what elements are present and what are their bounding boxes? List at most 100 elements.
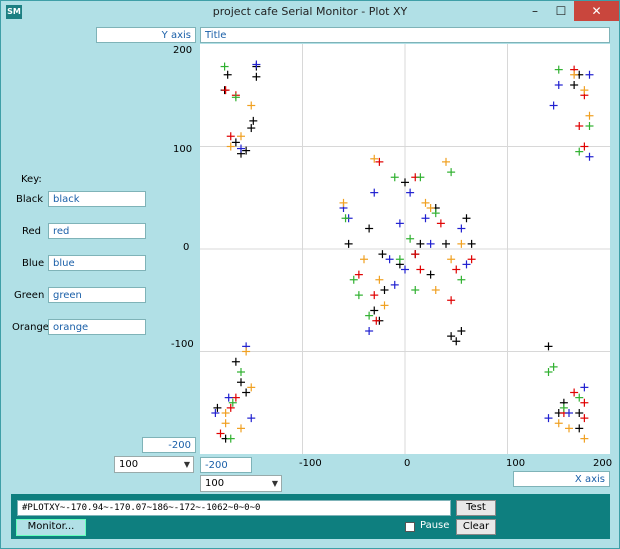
data-point-black <box>378 250 387 259</box>
x-scale-select[interactable]: 100 ▼ <box>200 475 282 492</box>
key-field-red[interactable]: red <box>48 223 146 239</box>
data-point-green <box>575 147 584 156</box>
data-point-orange <box>247 101 256 110</box>
data-point-orange <box>226 142 235 151</box>
plot-area[interactable] <box>200 44 610 454</box>
x-axis-label-field[interactable]: X axis <box>513 471 610 487</box>
x-tick-label: 200 <box>593 458 613 469</box>
data-point-green <box>365 311 374 320</box>
key-field-orange[interactable]: orange <box>48 319 146 335</box>
data-point-black <box>344 239 353 248</box>
data-point-black <box>447 332 456 341</box>
clear-button[interactable]: Clear <box>456 519 496 535</box>
data-point-black <box>231 357 240 366</box>
data-point-orange <box>570 70 579 79</box>
data-point-black <box>365 224 374 233</box>
key-field-green[interactable]: green <box>48 287 146 303</box>
x-tick-label: 0 <box>404 458 411 469</box>
data-point-green <box>549 362 558 371</box>
data-point-black <box>457 327 466 335</box>
x-tick-label: 100 <box>506 458 526 469</box>
command-input[interactable]: #PLOTXY~-170.94~-170.07~186~-172~-1062~0… <box>17 500 451 516</box>
data-point-blue <box>211 409 220 417</box>
data-point-green <box>554 65 563 74</box>
data-point-blue <box>224 393 233 402</box>
key-heading: Key: <box>21 174 42 185</box>
title-bar[interactable]: SM project cafe Serial Monitor - Plot XY… <box>1 1 619 23</box>
data-point-black <box>213 403 222 412</box>
data-point-red <box>216 429 225 438</box>
data-point-orange <box>565 424 573 433</box>
data-point-red <box>354 270 363 279</box>
y-tick-label: 100 <box>173 144 193 155</box>
key-field-blue[interactable]: blue <box>48 255 146 271</box>
chevron-down-icon: ▼ <box>183 460 190 469</box>
data-point-orange <box>580 434 589 443</box>
data-point-red <box>570 388 579 397</box>
data-point-orange <box>431 286 440 294</box>
data-point-black <box>575 424 584 433</box>
data-point-green <box>390 173 399 182</box>
data-point-red <box>226 132 235 141</box>
data-point-black <box>252 72 261 81</box>
test-button[interactable]: Test <box>456 500 496 516</box>
x-min-field[interactable]: -200 <box>200 457 252 473</box>
key-label-orange: Orange <box>12 322 49 333</box>
data-point-blue <box>462 260 471 269</box>
data-point-blue <box>585 152 594 161</box>
data-point-red <box>416 265 425 274</box>
data-point-blue <box>370 188 379 197</box>
monitor-button[interactable]: Monitor... <box>16 519 86 536</box>
y-scale-select[interactable]: 100 ▼ <box>114 456 194 473</box>
data-point-orange <box>237 132 245 141</box>
data-point-orange <box>247 383 256 392</box>
data-point-orange <box>447 255 456 264</box>
close-button[interactable]: ✕ <box>574 1 619 21</box>
data-point-green <box>395 255 404 264</box>
data-point-black <box>442 239 450 248</box>
data-point-red <box>447 296 456 305</box>
data-point-black <box>570 81 579 89</box>
data-point-blue <box>544 414 553 423</box>
data-point-blue <box>406 188 415 197</box>
data-point-blue <box>580 383 589 392</box>
data-point-blue <box>395 219 404 228</box>
y-tick-label: 0 <box>183 242 190 253</box>
data-point-black <box>416 239 425 248</box>
data-point-orange <box>554 419 563 428</box>
key-label-blue: Blue <box>22 258 45 269</box>
data-point-red <box>370 291 379 300</box>
data-point-blue <box>554 81 563 89</box>
data-point-orange <box>442 157 450 166</box>
data-point-green <box>416 173 425 182</box>
data-point-black <box>426 270 435 279</box>
y-min-field[interactable]: -200 <box>142 437 196 453</box>
minimize-button[interactable]: – <box>522 1 548 21</box>
plot-title-field[interactable]: Title <box>200 27 610 43</box>
data-point-black <box>247 124 256 133</box>
data-point-red <box>226 403 235 412</box>
data-point-blue <box>390 280 399 289</box>
data-point-orange <box>426 204 435 212</box>
data-point-black <box>452 337 461 346</box>
data-point-black <box>544 342 553 351</box>
pause-label: Pause <box>420 520 450 531</box>
scatter-chart <box>200 44 610 454</box>
data-point-orange <box>457 239 466 248</box>
maximize-button[interactable]: ☐ <box>548 1 574 21</box>
pause-checkbox[interactable] <box>405 522 415 532</box>
key-label-green: Green <box>14 290 45 301</box>
x-tick-label: -100 <box>299 458 322 469</box>
data-point-orange <box>221 419 230 428</box>
app-window: SM project cafe Serial Monitor - Plot XY… <box>0 0 620 549</box>
data-point-orange <box>339 198 348 207</box>
y-tick-label: -100 <box>171 339 194 350</box>
data-point-black <box>462 214 471 223</box>
data-point-blue <box>585 70 594 79</box>
data-point-green <box>447 168 456 177</box>
data-point-black <box>380 286 389 294</box>
data-point-green <box>431 209 440 218</box>
data-point-red <box>580 414 589 423</box>
y-axis-label-field[interactable]: Y axis <box>96 27 196 43</box>
key-field-black[interactable]: black <box>48 191 146 207</box>
